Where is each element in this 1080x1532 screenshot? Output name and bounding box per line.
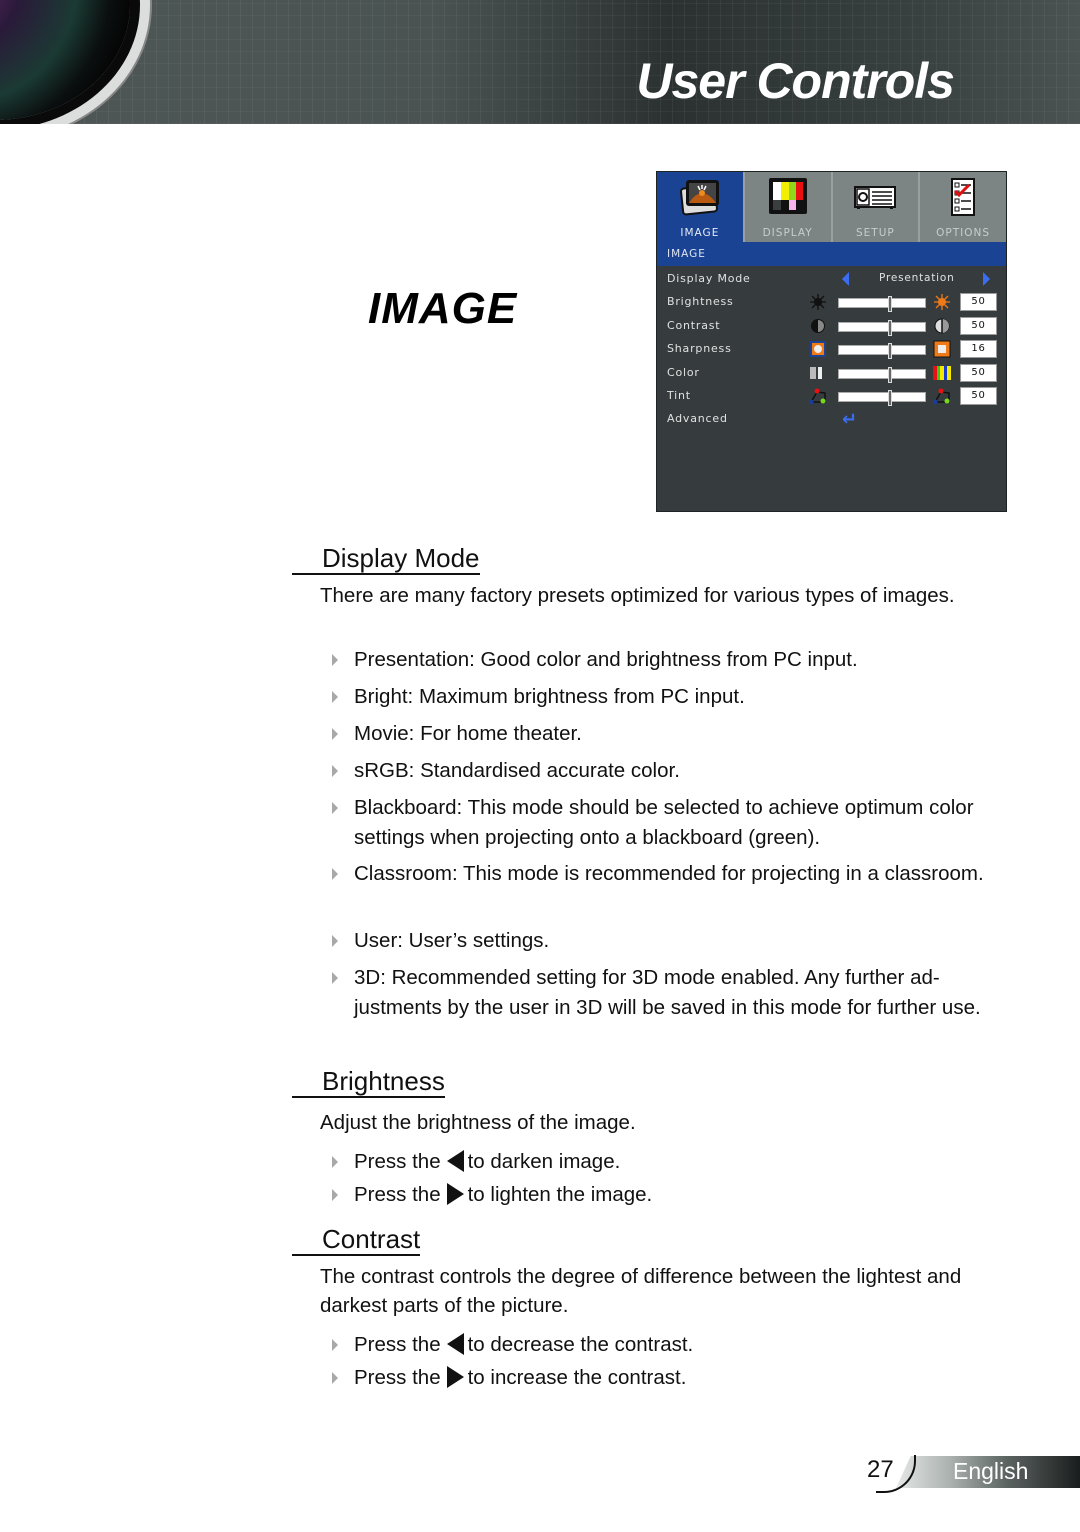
osd-row-sharpness[interactable]: Sharpness 16 [657,338,1006,361]
list-item: Press the to decrease the contrast. [332,1330,1022,1360]
setup-projector-icon [854,186,897,209]
tab-setup[interactable]: SETUP [832,172,921,242]
color-gray-icon [810,366,822,379]
list-item: Blackboard: This mode should be selected… [332,793,1022,853]
bullet-triangle-icon [332,1372,338,1384]
page-header-title: User Controls [636,53,955,109]
arrow-right-icon[interactable] [983,272,990,286]
section-title: IMAGE [368,284,518,333]
row-label: Brightness [667,295,734,309]
display-mode-intro: There are many factory presets optimized… [320,584,955,607]
arrow-left-icon[interactable] [842,272,849,286]
bullet-triangle-icon [332,765,338,777]
tab-display[interactable]: DISPLAY [744,172,833,242]
slider-thumb[interactable] [888,366,893,383]
osd-menu: IMAGE DISPLAY SETUP OPTIONS IMAGE Displa… [656,171,1007,512]
right-arrow-key-icon [446,1183,464,1205]
list-item: 3D: Recommended setting for 3D mode enab… [332,963,1022,1023]
list-item: Press the to lighten the image. [332,1180,1022,1210]
display-colorbars-icon [768,178,807,214]
osd-row-brightness[interactable]: Brightness 50 [657,291,1006,314]
list-item: Bright: Maximum brightness from PC input… [332,682,1022,712]
tint-left-icon [809,388,826,405]
sun-dark-icon [810,294,826,311]
brightness-slider[interactable] [838,296,926,313]
row-label: Contrast [667,318,721,332]
right-arrow-key-icon [446,1366,464,1388]
osd-row-tint[interactable]: Tint 50 [657,385,1006,408]
slider-thumb[interactable] [888,343,893,360]
slider-thumb[interactable] [888,296,893,313]
heading-brightness: Brightness [292,1066,445,1098]
bullet-triangle-icon [332,935,338,947]
tint-value: 50 [960,386,997,405]
row-label: Display Mode [667,272,751,285]
list-item: Press the to darken image. [332,1147,1022,1177]
projector-lens-graphic [0,0,130,120]
row-label: Sharpness [667,342,732,356]
osd-row-contrast[interactable]: Contrast 50 [657,315,1006,338]
sharpness-slider[interactable] [838,343,926,360]
osd-row-color[interactable]: Color 50 [657,362,1006,385]
osd-menu-header: IMAGE [657,242,1006,266]
osd-row-advanced[interactable]: Advanced ↵ [657,408,1006,431]
tab-display-label: DISPLAY [762,227,813,239]
display-mode-value: Presentation [879,272,955,284]
heading-display-mode: Display Mode [292,543,480,575]
tab-image-label: IMAGE [680,227,720,239]
list-item: Press the to increase the contrast. [332,1363,1022,1393]
contrast-dark-icon [811,318,825,333]
list-item: Presentation: Good color and brightness … [332,645,1022,675]
bullet-triangle-icon [332,691,338,703]
list-item: sRGB: Standardised accurate color. [332,756,1022,786]
heading-contrast: Contrast [292,1224,421,1256]
page-number: 27 [867,1456,894,1483]
contrast-intro: The contrast controls the degree of diff… [320,1265,962,1317]
tab-options-label: OPTIONS [936,227,991,239]
enter-icon[interactable]: ↵ [842,409,858,430]
footer-language: English [953,1458,1029,1484]
contrast-slider[interactable] [838,319,926,336]
tint-right-icon [933,388,950,405]
bullet-triangle-icon [332,1189,338,1201]
options-checklist-icon [951,178,976,216]
color-bars-icon [933,365,951,380]
color-slider[interactable] [838,366,926,383]
slider-thumb[interactable] [888,319,893,336]
list-item: User: User’s settings. [332,926,1022,956]
tab-image[interactable]: IMAGE [657,172,745,242]
tab-options[interactable]: OPTIONS [920,172,1006,242]
sun-bright-icon [934,294,950,311]
tint-slider[interactable] [838,389,926,406]
list-item: Classroom: This mode is recommended for … [332,859,1022,889]
row-label: Advanced [667,412,728,426]
tab-setup-label: SETUP [856,227,895,239]
left-arrow-key-icon [446,1333,464,1355]
bullet-triangle-icon [332,802,338,814]
contrast-light-icon [934,318,950,334]
left-arrow-key-icon [446,1150,464,1172]
brightness-intro: Adjust the brightness of the image. [320,1111,636,1134]
contrast-value: 50 [960,316,997,335]
slider-thumb[interactable] [888,389,893,406]
bullet-triangle-icon [332,654,338,666]
sharpness-soft-icon [810,341,826,358]
row-label: Color [667,365,700,379]
sharpness-value: 16 [960,340,997,359]
bullet-triangle-icon [332,1339,338,1351]
osd-tab-bar: IMAGE DISPLAY SETUP OPTIONS [657,172,1006,242]
bullet-triangle-icon [332,1156,338,1168]
osd-row-display-mode[interactable]: Display Mode Presentation [657,268,1006,291]
bullet-triangle-icon [332,868,338,880]
brightness-value: 50 [960,293,997,312]
bullet-triangle-icon [332,728,338,740]
header-banner: User Controls [0,0,1080,124]
row-label: Tint [667,388,691,402]
bullet-triangle-icon [332,972,338,984]
list-item: Movie: For home theater. [332,719,1022,749]
sharpness-sharp-icon [933,340,951,358]
color-value: 50 [960,363,997,382]
image-photo-icon [679,180,719,216]
